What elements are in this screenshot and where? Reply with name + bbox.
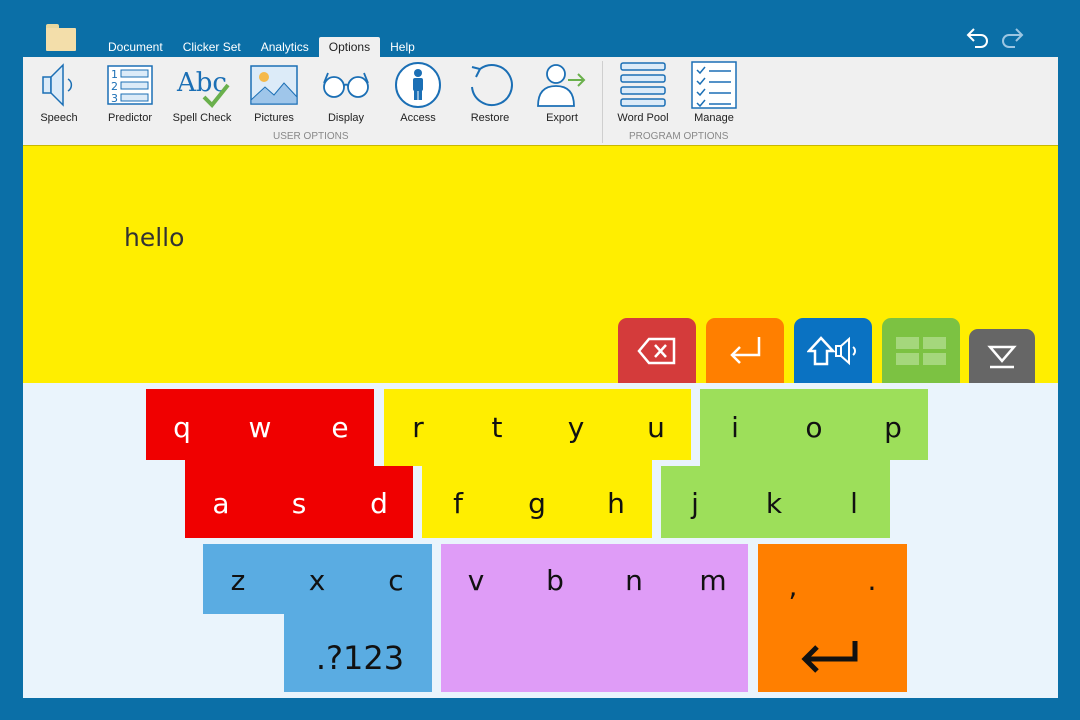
folder-icon[interactable] — [46, 24, 76, 51]
key-x[interactable]: x — [297, 561, 337, 601]
program-options-group-label: PROGRAM OPTIONS — [629, 131, 729, 142]
tab-options[interactable]: Options — [318, 37, 381, 57]
speak-button[interactable] — [794, 318, 872, 384]
ribbon-divider — [602, 61, 603, 143]
glasses-icon — [323, 72, 369, 98]
display-button[interactable]: Display — [313, 61, 379, 129]
typed-text: hello — [124, 223, 185, 252]
accessibility-icon — [395, 62, 441, 108]
return-arrow-icon — [801, 641, 858, 673]
tab-analytics[interactable]: Analytics — [251, 37, 319, 57]
key-k[interactable]: k — [754, 484, 794, 524]
backspace-icon — [637, 337, 676, 365]
key-c[interactable]: c — [376, 561, 416, 601]
grid-button[interactable] — [882, 318, 960, 384]
access-button[interactable]: Access — [385, 61, 451, 129]
key-f[interactable]: f — [438, 484, 478, 524]
key-p[interactable]: p — [873, 408, 913, 448]
key-i[interactable]: i — [715, 408, 755, 448]
key-a[interactable]: a — [201, 484, 241, 524]
picture-icon — [250, 65, 298, 105]
shift-speak-icon — [807, 336, 856, 366]
key-t[interactable]: t — [477, 408, 517, 448]
numbers-symbols-key[interactable]: .?123 — [305, 638, 415, 678]
spell-check-icon: Abc — [176, 68, 230, 108]
document-text-area[interactable]: hello — [23, 145, 1058, 384]
spell-check-button[interactable]: Abc Spell Check — [169, 61, 235, 129]
speech-button[interactable]: Speech — [26, 61, 92, 129]
backspace-button[interactable] — [618, 318, 696, 384]
tab-clicker-set[interactable]: Clicker Set — [173, 37, 251, 57]
word-pool-icon — [620, 62, 666, 107]
key-l[interactable]: l — [834, 484, 874, 524]
key-o[interactable]: o — [794, 408, 834, 448]
key-d[interactable]: d — [359, 484, 399, 524]
numbered-list-icon: 1 2 3 — [107, 65, 153, 105]
export-button[interactable]: Export — [529, 61, 595, 129]
tab-document[interactable]: Document — [98, 37, 173, 57]
ribbon: Speech 1 2 3 Predictor Abc Spell Check P… — [23, 57, 1058, 145]
key-e[interactable]: e — [320, 408, 360, 448]
hide-keyboard-button[interactable] — [969, 329, 1035, 384]
restore-button[interactable]: Restore — [457, 61, 523, 129]
key-y[interactable]: y — [556, 408, 596, 448]
key-z[interactable]: z — [218, 561, 258, 601]
speaker-icon — [42, 63, 73, 107]
key-comma[interactable]: , — [773, 567, 813, 607]
key-period[interactable]: . — [852, 561, 892, 601]
word-pool-button[interactable]: Word Pool — [610, 61, 676, 129]
key-v[interactable]: v — [456, 561, 496, 601]
redo-icon[interactable] — [999, 24, 1025, 50]
tab-help[interactable]: Help — [380, 37, 425, 57]
key-m[interactable]: m — [693, 561, 733, 601]
checklist-icon — [691, 61, 737, 109]
eject-icon — [987, 345, 1017, 368]
svg-text:3: 3 — [111, 92, 118, 105]
export-user-icon — [537, 64, 586, 107]
key-b[interactable]: b — [535, 561, 575, 601]
key-w[interactable]: w — [240, 408, 280, 448]
user-options-group-label: USER OPTIONS — [273, 131, 349, 142]
key-h[interactable]: h — [596, 484, 636, 524]
grid-icon — [896, 337, 946, 365]
key-g[interactable]: g — [517, 484, 557, 524]
return-button[interactable] — [706, 318, 784, 384]
key-j[interactable]: j — [675, 484, 715, 524]
key-r[interactable]: r — [398, 408, 438, 448]
key-s[interactable]: s — [279, 484, 319, 524]
pictures-button[interactable]: Pictures — [241, 61, 307, 129]
key-n[interactable]: n — [614, 561, 654, 601]
menu-tabs: Document Clicker Set Analytics Options H… — [98, 37, 425, 57]
on-screen-keyboard: q w e r t y u i o p a s d f g h j k l z … — [23, 383, 1058, 698]
enter-key[interactable] — [799, 637, 865, 677]
return-arrow-icon — [730, 337, 761, 364]
undo-icon[interactable] — [965, 24, 991, 50]
predictor-button[interactable]: 1 2 3 Predictor — [97, 61, 163, 129]
key-q[interactable]: q — [162, 408, 202, 448]
manage-button[interactable]: Manage — [681, 61, 747, 129]
restore-icon — [471, 64, 513, 107]
key-u[interactable]: u — [636, 408, 676, 448]
